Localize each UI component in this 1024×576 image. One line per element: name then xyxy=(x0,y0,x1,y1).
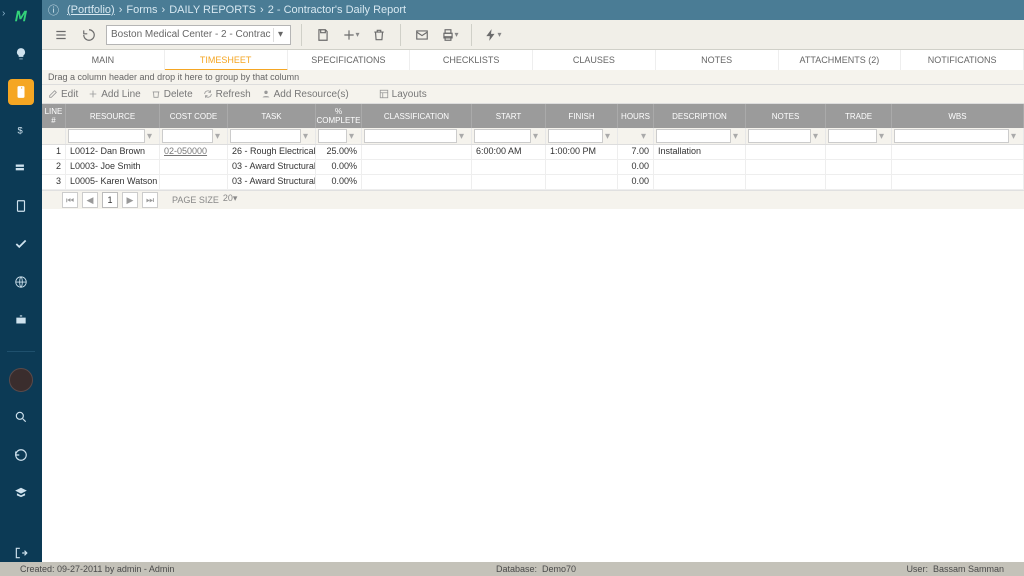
col-task[interactable]: TASK xyxy=(228,104,316,128)
refresh-button[interactable]: Refresh xyxy=(203,89,251,100)
bolt-icon[interactable]: ▾ xyxy=(482,24,504,46)
pager-next[interactable]: ▶ xyxy=(122,192,138,208)
info-icon[interactable]: ⓘ xyxy=(48,2,59,18)
filter-task[interactable] xyxy=(230,129,301,143)
status-db: Demo70 xyxy=(542,564,576,574)
status-created: Created: 09-27-2011 by admin - Admin xyxy=(20,564,174,574)
briefcase-icon[interactable] xyxy=(8,307,34,333)
clipboard-icon[interactable] xyxy=(8,79,34,105)
content-area: Drag a column header and drop it here to… xyxy=(42,70,1024,562)
col-resource[interactable]: RESOURCE xyxy=(66,104,160,128)
grid-toolbar: Edit Add Line Delete Refresh Add Resourc… xyxy=(42,85,1024,104)
table-row[interactable]: 3L0005- Karen Watson03 - Award Structura… xyxy=(42,175,1024,190)
search-icon[interactable] xyxy=(8,404,34,430)
filter-finish[interactable] xyxy=(548,129,603,143)
filter-wbs[interactable] xyxy=(894,129,1009,143)
pager-prev[interactable]: ◀ xyxy=(82,192,98,208)
main-toolbar: Boston Medical Center - 2 - Contrac▾ ▾ ▾… xyxy=(42,20,1024,50)
col-description[interactable]: DESCRIPTION xyxy=(654,104,746,128)
filter-trade[interactable] xyxy=(828,129,877,143)
svg-text:$: $ xyxy=(18,126,24,136)
tab-timesheet[interactable]: TIMESHEET xyxy=(165,50,288,71)
status-bar: Created: 09-27-2011 by admin - Admin Dat… xyxy=(0,562,1024,576)
tab-clauses[interactable]: CLAUSES xyxy=(533,50,656,70)
sidebar-divider xyxy=(7,351,35,352)
breadcrumb: ⓘ (Portfolio) › Forms › DAILY REPORTS › … xyxy=(42,0,1024,20)
app-logo: 𝘔 xyxy=(15,8,27,25)
col-wbs[interactable]: WBS xyxy=(892,104,1024,128)
grid-body: 1L0012- Dan Brown02-05000026 - Rough Ele… xyxy=(42,145,1024,190)
avatar[interactable] xyxy=(9,368,33,392)
pager-current[interactable]: 1 xyxy=(102,192,118,208)
tab-checklists[interactable]: CHECKLISTS xyxy=(410,50,533,70)
mail-icon[interactable] xyxy=(411,24,433,46)
table-row[interactable]: 2L0003- Joe Smith03 - Award Structural S… xyxy=(42,160,1024,175)
device-icon[interactable] xyxy=(8,193,34,219)
addresource-button[interactable]: Add Resource(s) xyxy=(261,89,349,100)
addline-button[interactable]: Add Line xyxy=(88,89,140,100)
dollar-icon[interactable]: $ xyxy=(8,117,34,143)
breadcrumb-current: 2 - Contractor's Daily Report xyxy=(268,4,406,16)
check-icon[interactable] xyxy=(8,231,34,257)
breadcrumb-reports[interactable]: DAILY REPORTS xyxy=(169,4,256,16)
filter-resource[interactable] xyxy=(68,129,145,143)
col-start[interactable]: START xyxy=(472,104,546,128)
filter-clas[interactable] xyxy=(364,129,457,143)
tab-main[interactable]: MAIN xyxy=(42,50,165,70)
history-icon[interactable] xyxy=(8,442,34,468)
edit-button[interactable]: Edit xyxy=(48,89,78,100)
tab-notes[interactable]: NOTES xyxy=(656,50,779,70)
globe-icon[interactable] xyxy=(8,269,34,295)
graduation-icon[interactable] xyxy=(8,480,34,506)
chevron-down-icon: ▾ xyxy=(273,28,288,42)
tab-notifications[interactable]: NOTIFICATIONS xyxy=(901,50,1024,70)
breadcrumb-root[interactable]: (Portfolio) xyxy=(67,4,115,16)
col-pct[interactable]: % COMPLETE xyxy=(316,104,362,128)
filter-start[interactable] xyxy=(474,129,531,143)
col-line[interactable]: LINE # xyxy=(42,104,66,128)
table-row[interactable]: 1L0012- Dan Brown02-05000026 - Rough Ele… xyxy=(42,145,1024,160)
grid-header: LINE # RESOURCE COST CODE TASK % COMPLET… xyxy=(42,104,1024,128)
collapse-icon[interactable]: › xyxy=(2,8,5,19)
col-finish[interactable]: FINISH xyxy=(546,104,618,128)
cost-link[interactable]: 02-050000 xyxy=(164,146,207,156)
filter-icon[interactable]: ▾ xyxy=(147,131,157,142)
undo-icon[interactable] xyxy=(78,24,100,46)
tabstrip: MAIN TIMESHEET SPECIFICATIONS CHECKLISTS… xyxy=(42,50,1024,71)
breadcrumb-forms[interactable]: Forms xyxy=(126,4,157,16)
save-icon[interactable] xyxy=(312,24,334,46)
add-icon[interactable]: ▾ xyxy=(340,24,362,46)
tab-attachments[interactable]: ATTACHMENTS (2) xyxy=(779,50,902,70)
status-user: Bassam Samman xyxy=(933,564,1004,574)
tab-specifications[interactable]: SPECIFICATIONS xyxy=(288,50,411,70)
project-selector[interactable]: Boston Medical Center - 2 - Contrac▾ xyxy=(106,25,291,45)
delete-button[interactable]: Delete xyxy=(151,89,193,100)
print-icon[interactable]: ▾ xyxy=(439,24,461,46)
pager-first[interactable]: ⏮ xyxy=(62,192,78,208)
left-sidebar: › 𝘔 $ xyxy=(0,0,42,576)
pager-size-select[interactable]: 20▾ xyxy=(223,193,238,207)
col-hours[interactable]: HOURS xyxy=(618,104,654,128)
cards-icon[interactable] xyxy=(8,155,34,181)
filter-pct[interactable] xyxy=(318,129,347,143)
col-classification[interactable]: CLASSIFICATION xyxy=(362,104,472,128)
col-notes[interactable]: NOTES xyxy=(746,104,826,128)
pager: ⏮ ◀ 1 ▶ ⏭ PAGE SIZE 20▾ xyxy=(42,190,1024,209)
filter-notes[interactable] xyxy=(748,129,811,143)
col-cost[interactable]: COST CODE xyxy=(160,104,228,128)
layouts-button[interactable]: Layouts xyxy=(379,89,427,100)
col-trade[interactable]: TRADE xyxy=(826,104,892,128)
group-hint[interactable]: Drag a column header and drop it here to… xyxy=(42,70,1024,85)
trash-icon[interactable] xyxy=(368,24,390,46)
filter-desc[interactable] xyxy=(656,129,731,143)
idea-icon[interactable] xyxy=(8,41,34,67)
pager-last[interactable]: ⏭ xyxy=(142,192,158,208)
pager-size-label: PAGE SIZE xyxy=(172,195,219,205)
filter-row: ▾ ▾ ▾ ▾ ▾ ▾ ▾ ▾ ▾ ▾ ▾ ▾ xyxy=(42,128,1024,145)
filter-cost[interactable] xyxy=(162,129,213,143)
list-icon[interactable] xyxy=(50,24,72,46)
